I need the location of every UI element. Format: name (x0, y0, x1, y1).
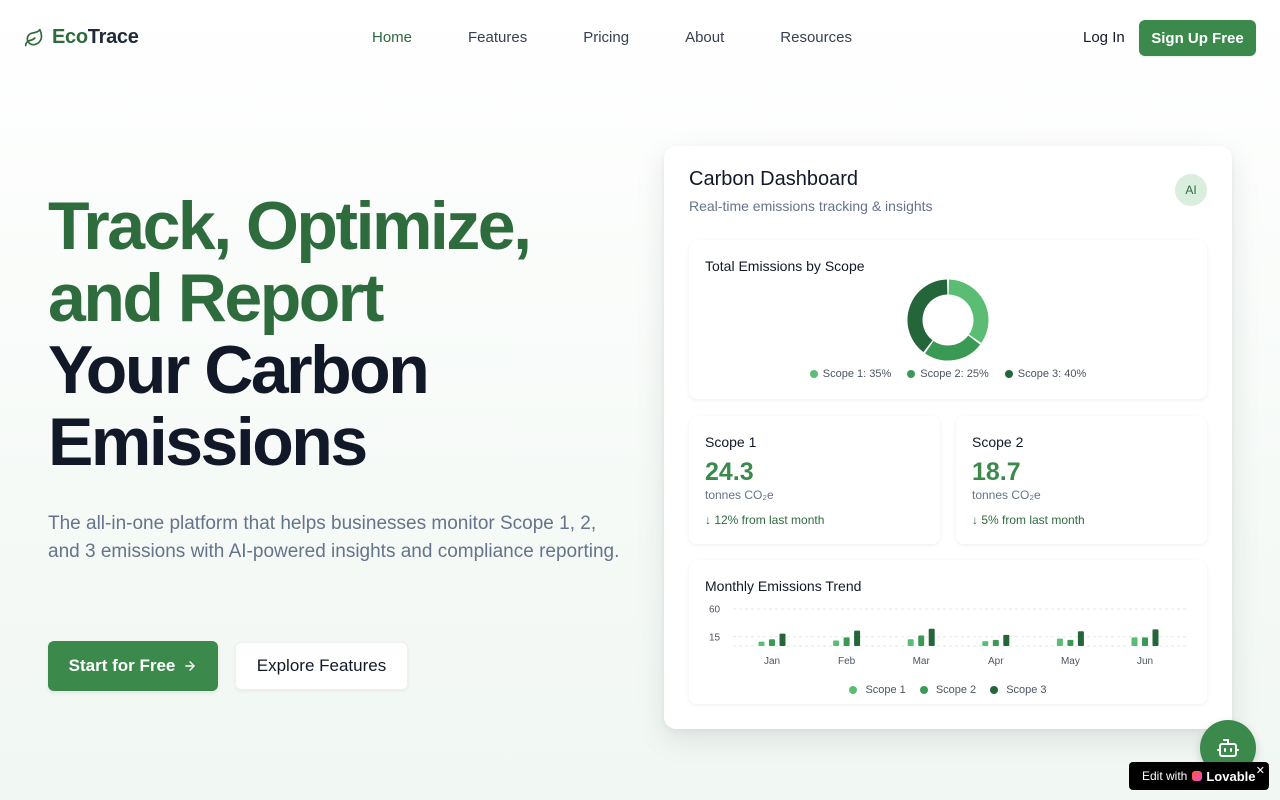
ai-badge[interactable]: AI (1175, 174, 1207, 206)
bar-feb-scope-2 (843, 637, 850, 646)
donut-slice-scope-1 (948, 279, 989, 343)
brand-trace: Trace (87, 26, 139, 48)
bot-icon (1217, 739, 1239, 757)
scope-2-unit: tonnes CO₂e (972, 488, 1041, 502)
bar-jan-scope-1 (758, 641, 765, 646)
brand-eco: Eco (52, 26, 88, 48)
donut-slice-scope-2 (925, 335, 981, 361)
login-link[interactable]: Log In (1083, 29, 1125, 46)
bar-mar-scope-3 (928, 628, 935, 646)
start-free-label: Start for Free (68, 656, 176, 675)
trend-bar-chart: 15 60 Jan Feb Mar Apr May Jun (709, 605, 1189, 667)
trend-legend-dot-3 (990, 686, 999, 694)
bar-may-scope-1 (1056, 638, 1063, 646)
edit-with-lovable-badge[interactable]: Edit with Lovable ✕ (1129, 762, 1269, 790)
bar-mar-scope-2 (918, 635, 925, 646)
bar-apr-scope-1 (982, 641, 989, 646)
legend-label-scope-1: Scope 1: 35% (822, 368, 892, 380)
x-tick-label-mar: Mar (913, 656, 931, 667)
trend-legend-label-1: Scope 1 (865, 684, 906, 696)
x-tick-label-jan: Jan (764, 656, 780, 667)
bar-apr-scope-3 (1003, 634, 1010, 646)
lovable-brand: Lovable (1206, 768, 1256, 784)
trend-legend-label-2: Scope 2 (935, 684, 977, 696)
top-nav: EcoTrace Home Features Pricing About Res… (0, 0, 1280, 76)
bar-jan-scope-2 (769, 639, 775, 646)
bar-jan-scope-3 (779, 633, 786, 646)
nav-links: Home Features Pricing About Resources (372, 29, 908, 46)
trend-legend-dot-1 (849, 686, 858, 694)
bar-jun-scope-2 (1142, 637, 1148, 646)
bar-jun-scope-3 (1152, 629, 1159, 646)
trend-legend-dot-2 (919, 686, 928, 694)
start-free-button[interactable]: Start for Free (48, 641, 218, 691)
bar-apr-scope-2 (992, 639, 999, 646)
legend-dot-scope-3 (1004, 370, 1013, 378)
bar-feb-scope-1 (833, 640, 840, 646)
bar-feb-scope-3 (854, 630, 861, 646)
donut-legend: Scope 1: 35% Scope 2: 25% Scope 3: 40% (689, 368, 1207, 380)
scope-1-value: 24.3 (705, 458, 754, 486)
trend-legend-scope-3: Scope 3 (990, 684, 1047, 696)
legend-scope-2: Scope 2: 25% (907, 368, 989, 380)
hero-subtitle: The all-in-one platform that helps busin… (48, 513, 620, 562)
legend-scope-3: Scope 3: 40% (1004, 368, 1087, 380)
brand-name: EcoTrace (52, 26, 139, 49)
lovable-prefix: Edit with (1142, 769, 1188, 783)
y-tick-label-60: 60 (709, 605, 721, 616)
scope-1-unit: tonnes CO₂e (705, 488, 774, 502)
scope-1-change: ↓ 12% from last month (705, 513, 825, 527)
legend-label-scope-3: Scope 3: 40% (1017, 368, 1087, 380)
legend-dot-scope-2 (907, 370, 916, 378)
hero-line-2: and Report (48, 260, 384, 336)
donut-title: Total Emissions by Scope (705, 258, 865, 274)
arrow-right-icon (185, 661, 196, 671)
bar-may-scope-2 (1067, 639, 1074, 646)
scope-1-card: Scope 1 24.3 tonnes CO₂e ↓ 12% from last… (689, 416, 940, 544)
dashboard-subtitle: Real-time emissions tracking & insights (689, 198, 933, 214)
nav-link-about[interactable]: About (685, 29, 724, 46)
hero-line-3: Your Carbon (48, 332, 430, 408)
scope-2-name: Scope 2 (972, 434, 1024, 450)
scope-2-card: Scope 2 18.7 tonnes CO₂e ↓ 5% from last … (956, 416, 1207, 544)
nav-link-pricing[interactable]: Pricing (583, 29, 629, 46)
lovable-heart-icon (1192, 771, 1203, 781)
bar-mar-scope-1 (907, 639, 914, 646)
legend-dot-scope-1 (809, 370, 818, 378)
lovable-close-icon[interactable]: ✕ (1256, 764, 1265, 777)
nav-link-features[interactable]: Features (468, 29, 527, 46)
emissions-by-scope-panel: Total Emissions by Scope Scope 1: 35% Sc… (689, 240, 1207, 399)
x-tick-label-jun: Jun (1137, 656, 1153, 667)
trend-legend-scope-1: Scope 1 (849, 684, 906, 696)
monthly-trend-panel: Monthly Emissions Trend 15 60 Jan Feb Mar Apr… (689, 560, 1207, 704)
hero-line-1: Track, Optimize, (48, 188, 532, 264)
dashboard-title: Carbon Dashboard (689, 168, 858, 190)
scope-1-name: Scope 1 (705, 434, 757, 450)
legend-label-scope-2: Scope 2: 25% (920, 368, 989, 380)
x-tick-label-apr: Apr (988, 656, 1004, 667)
scope-2-value: 18.7 (972, 458, 1021, 486)
nav-link-resources[interactable]: Resources (780, 29, 852, 46)
brand-logo[interactable]: EcoTrace (24, 26, 139, 49)
trend-legend-scope-2: Scope 2 (919, 684, 977, 696)
hero-title: Track, Optimize, and Report Your Carbon … (48, 190, 638, 478)
bar-may-scope-3 (1077, 631, 1084, 646)
legend-scope-1: Scope 1: 35% (809, 368, 892, 380)
y-tick-label-15: 15 (709, 632, 721, 643)
scope-2-change: ↓ 5% from last month (972, 513, 1085, 527)
signup-button[interactable]: Sign Up Free (1139, 20, 1256, 56)
trend-legend: Scope 1 Scope 2 Scope 3 (689, 684, 1207, 696)
explore-features-button[interactable]: Explore Features (235, 642, 408, 690)
donut-slice-scope-3 (907, 279, 948, 353)
hero-line-4: Emissions (48, 404, 368, 480)
trend-legend-label-3: Scope 3 (1006, 684, 1047, 696)
carbon-dashboard-card: Carbon Dashboard Real-time emissions tra… (664, 146, 1232, 729)
leaf-icon (24, 28, 43, 46)
x-tick-label-may: May (1061, 656, 1080, 667)
donut-chart (907, 279, 989, 361)
x-tick-label-feb: Feb (838, 656, 856, 667)
nav-link-home[interactable]: Home (372, 29, 412, 46)
bar-jun-scope-1 (1131, 637, 1138, 646)
